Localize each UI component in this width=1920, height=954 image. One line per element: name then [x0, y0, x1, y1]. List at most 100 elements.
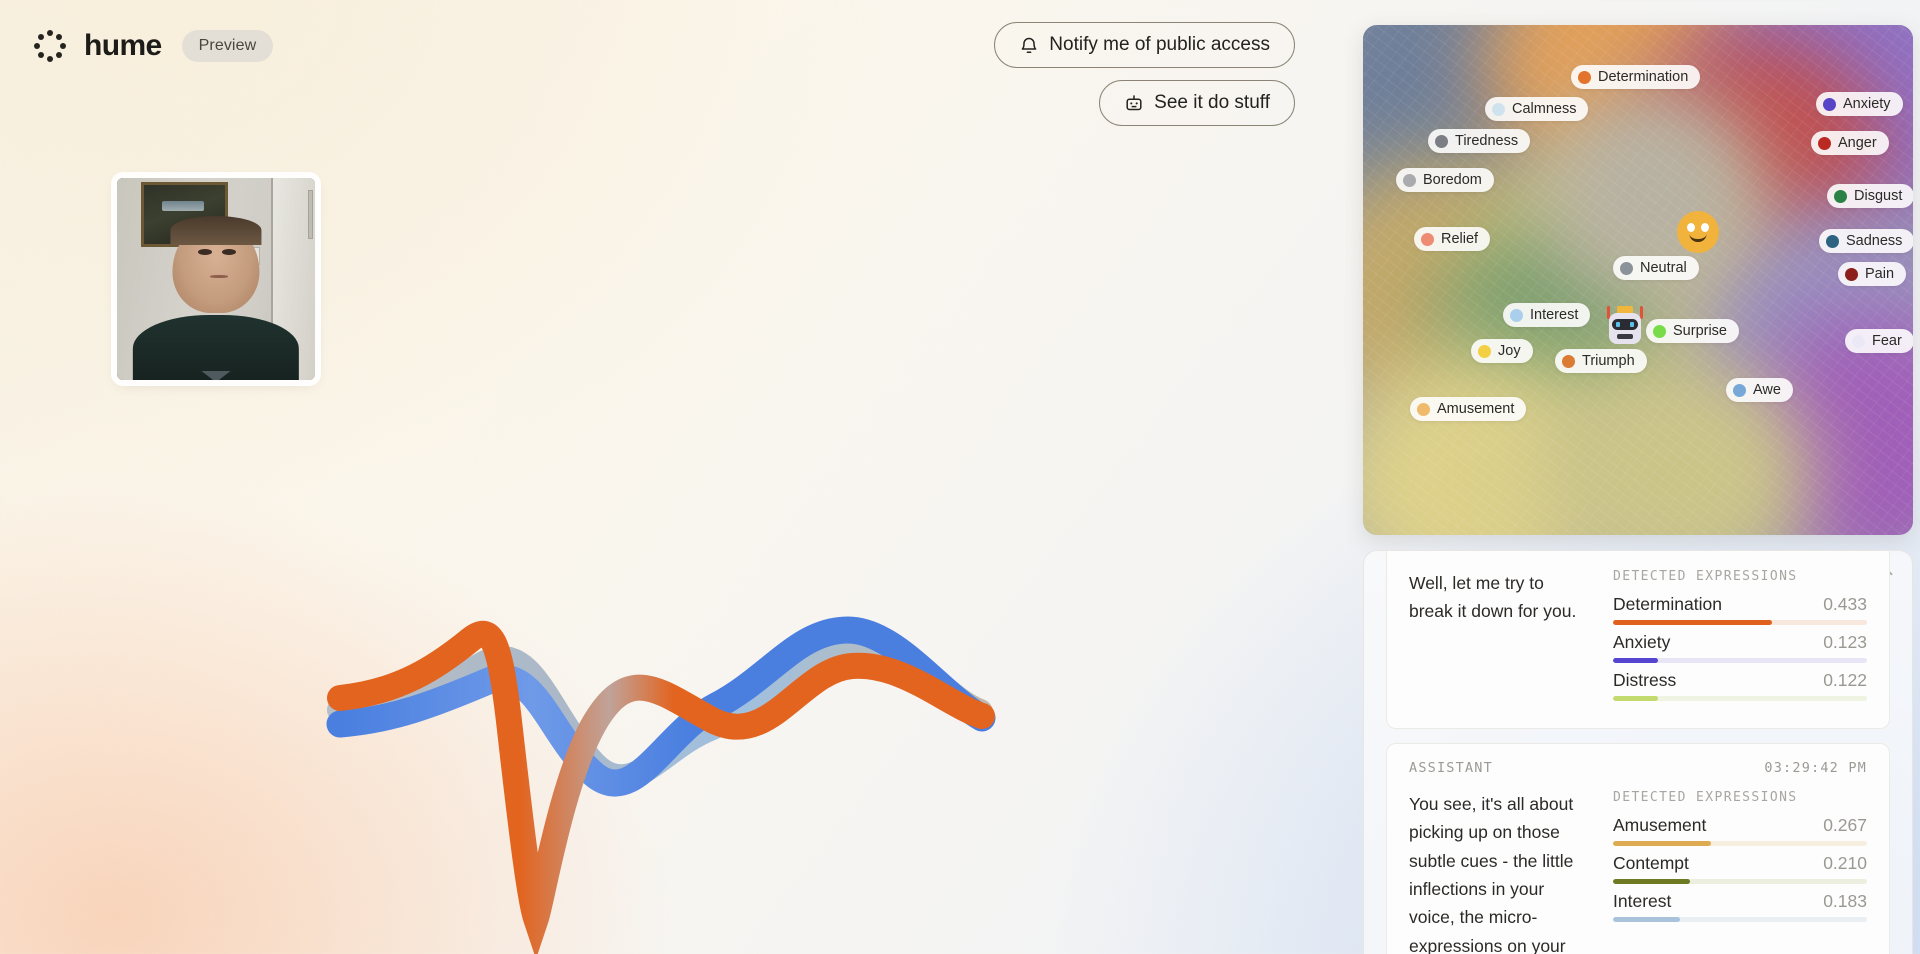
emotion-tag-label: Anxiety	[1843, 96, 1891, 112]
emotion-tag-boredom[interactable]: Boredom	[1396, 168, 1494, 192]
emotion-tag-label: Pain	[1865, 266, 1895, 282]
emotion-dot-icon	[1620, 261, 1633, 275]
emotion-tag-label: Neutral	[1640, 260, 1687, 276]
expression-row: Distress 0.122	[1613, 670, 1867, 701]
emotion-tag-label: Determination	[1598, 69, 1689, 85]
emotion-tag-relief[interactable]: Relief	[1414, 227, 1491, 251]
emotion-tag-sadness[interactable]: Sadness	[1819, 229, 1913, 253]
demo-button-label: See it do stuff	[1154, 92, 1270, 113]
expression-value: 0.433	[1823, 594, 1867, 614]
emotion-tag-anxiety[interactable]: Anxiety	[1816, 92, 1903, 116]
emotion-tag-interest[interactable]: Interest	[1503, 303, 1591, 327]
emotion-dot-icon	[1492, 102, 1505, 116]
chat-message: ASSISTANT 03:29:42 PM You see, it's all ab…	[1386, 743, 1890, 954]
expression-bar	[1613, 696, 1867, 701]
expression-name: Contempt	[1613, 853, 1689, 873]
emotion-dot-icon	[1578, 70, 1591, 84]
person-torso	[132, 315, 300, 380]
emotion-dot-icon	[1421, 232, 1434, 246]
expression-name: Amusement	[1613, 815, 1707, 835]
expression-value: 0.122	[1823, 670, 1867, 690]
person-hair	[170, 216, 262, 245]
conversation-panel[interactable]: Well, let me try to break it down for yo…	[1363, 550, 1913, 954]
chat-message: Well, let me try to break it down for yo…	[1386, 551, 1890, 729]
expression-bar	[1613, 841, 1867, 846]
emotion-tag-calmness[interactable]: Calmness	[1485, 97, 1589, 121]
expression-bar	[1613, 917, 1867, 922]
emotion-map-panel[interactable]: Determination Anxiety Calmness Tiredness Ang…	[1363, 25, 1913, 535]
brand: hume Preview	[30, 26, 274, 66]
expression-bar	[1613, 658, 1867, 663]
emotion-dot-icon	[1653, 324, 1666, 338]
message-text: You see, it's all about picking up on th…	[1409, 794, 1574, 954]
expression-name: Distress	[1613, 670, 1677, 690]
emotion-tag-neutral[interactable]: Neutral	[1613, 256, 1699, 280]
emotion-dot-icon	[1845, 267, 1858, 281]
emotion-tag-label: Joy	[1498, 343, 1521, 359]
detected-expressions-heading: DETECTED EXPRESSIONS	[1613, 790, 1798, 805]
emotion-dot-icon	[1818, 136, 1831, 150]
message-meta: ASSISTANT 03:29:42 PM	[1409, 760, 1867, 776]
emotion-tag-label: Awe	[1753, 382, 1781, 398]
robot-face-marker-icon[interactable]	[1603, 306, 1647, 350]
message-text: Well, let me try to break it down for yo…	[1409, 573, 1577, 622]
emotion-tag-label: Boredom	[1423, 172, 1482, 188]
emotion-tag-determination[interactable]: Determination	[1571, 65, 1701, 89]
message-timestamp: 03:29:42 PM	[1764, 760, 1867, 776]
emotion-tag-surprise[interactable]: Surprise	[1646, 319, 1739, 343]
emotion-tag-label: Disgust	[1854, 188, 1903, 204]
emotion-dot-icon	[1852, 334, 1865, 348]
expression-bar	[1613, 879, 1867, 884]
detected-expressions-heading: DETECTED EXPRESSIONS	[1613, 569, 1798, 584]
wave-series-orange	[327, 620, 995, 954]
emotion-tag-amusement[interactable]: Amusement	[1410, 397, 1527, 421]
emotion-tag-pain[interactable]: Pain	[1838, 262, 1907, 286]
detected-expressions: DETECTED EXPRESSIONS Amusement 0.267 Contem…	[1613, 790, 1867, 954]
message-body: You see, it's all about picking up on th…	[1409, 790, 1867, 954]
expression-name: Interest	[1613, 891, 1672, 911]
emotion-tag-triumph[interactable]: Triumph	[1555, 349, 1647, 373]
emotion-dot-icon	[1478, 344, 1491, 358]
emotion-tag-label: Interest	[1530, 307, 1579, 323]
user-camera-feed[interactable]	[117, 178, 315, 380]
emotion-tag-disgust[interactable]: Disgust	[1827, 184, 1913, 208]
emotion-tag-fear[interactable]: Fear	[1845, 329, 1913, 353]
bell-icon	[1019, 35, 1039, 56]
expression-bar	[1613, 620, 1867, 625]
emotion-tag-label: Fear	[1872, 333, 1902, 349]
expression-value: 0.210	[1823, 853, 1867, 873]
emotion-dot-icon	[1834, 189, 1847, 203]
person-mouth	[210, 274, 228, 279]
notify-public-access-button[interactable]: Notify me of public access	[994, 22, 1295, 68]
emotion-dot-icon	[1733, 383, 1746, 397]
detected-expressions: DETECTED EXPRESSIONS Determination 0.433 An…	[1613, 569, 1867, 708]
person-eye-right	[221, 248, 236, 255]
expression-row: Anxiety 0.123	[1613, 632, 1867, 663]
emotion-tag-label: Anger	[1838, 135, 1877, 151]
audio-wave-visualization	[326, 600, 996, 954]
expression-row: Interest 0.183	[1613, 891, 1867, 922]
smiley-face-marker-icon[interactable]	[1677, 211, 1719, 253]
expression-name: Determination	[1613, 594, 1722, 614]
emotion-dot-icon	[1403, 173, 1416, 187]
emotion-tag-label: Calmness	[1512, 101, 1577, 117]
expression-value: 0.183	[1823, 891, 1867, 911]
expression-row: Determination 0.433	[1613, 594, 1867, 625]
emotion-tag-label: Surprise	[1673, 323, 1727, 339]
emotion-tag-label: Triumph	[1582, 353, 1635, 369]
expression-value: 0.267	[1823, 815, 1867, 835]
emotion-tag-joy[interactable]: Joy	[1471, 339, 1533, 363]
emotion-dot-icon	[1562, 354, 1575, 368]
wave-series-grey	[327, 628, 993, 791]
emotion-dot-icon	[1510, 308, 1523, 322]
emotion-tag-label: Amusement	[1437, 401, 1515, 417]
see-it-do-stuff-button[interactable]: See it do stuff	[1099, 80, 1295, 126]
emotion-tag-label: Sadness	[1846, 233, 1903, 249]
emotion-tag-tiredness[interactable]: Tiredness	[1428, 129, 1531, 153]
message-list[interactable]: Well, let me try to break it down for yo…	[1364, 551, 1912, 954]
message-role: ASSISTANT	[1409, 760, 1493, 776]
brand-name: hume	[84, 29, 162, 62]
person-eye-left	[198, 248, 213, 255]
emotion-tag-anger[interactable]: Anger	[1811, 131, 1889, 155]
emotion-tag-awe[interactable]: Awe	[1726, 378, 1793, 402]
